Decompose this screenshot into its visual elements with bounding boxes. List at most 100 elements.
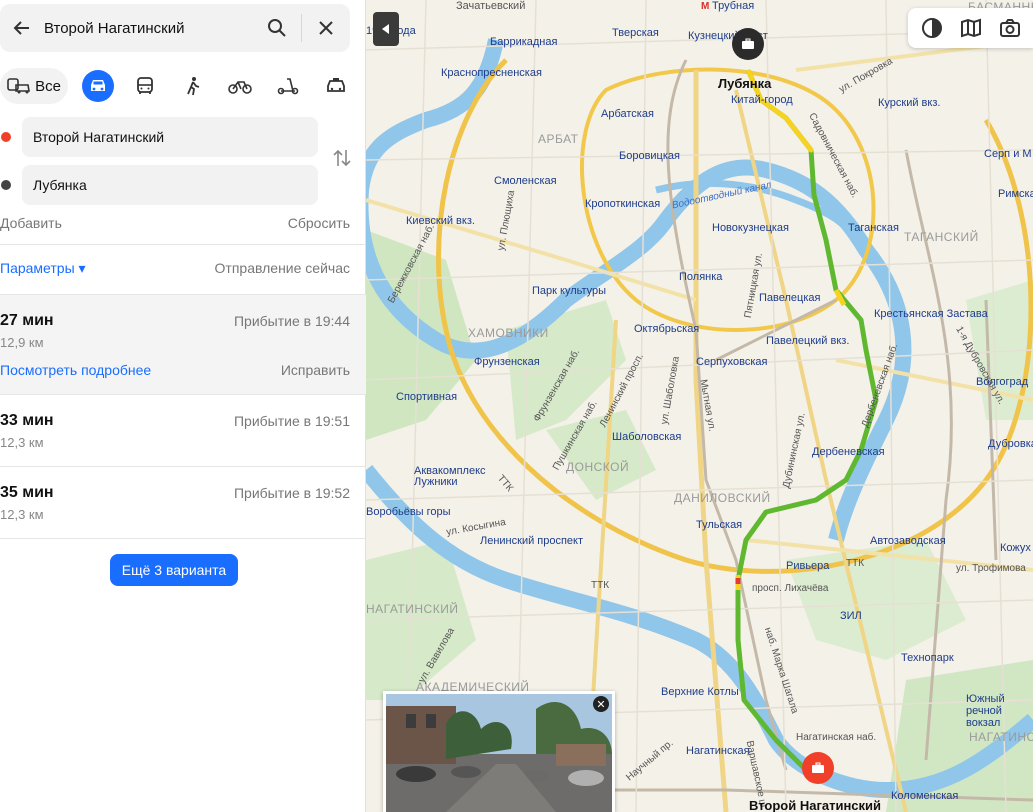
station-label: Шаболовская bbox=[612, 431, 682, 443]
station-label: Ривьера bbox=[786, 560, 830, 572]
mode-taxi-button[interactable] bbox=[320, 68, 352, 104]
close-icon[interactable] bbox=[302, 4, 350, 52]
multimodal-icon bbox=[7, 78, 31, 94]
route-point-from: Второй Нагатинский bbox=[0, 117, 366, 157]
station-label: Южный речной вокзал bbox=[966, 693, 1005, 729]
station-label: Смоленская bbox=[494, 175, 557, 187]
panorama-preview[interactable]: ✕ bbox=[383, 691, 615, 812]
scooter-icon bbox=[277, 78, 299, 95]
end-dot bbox=[1, 180, 11, 190]
mode-all-button[interactable]: Все bbox=[0, 68, 68, 104]
station-label: Дербеневская bbox=[812, 446, 885, 458]
station-label: Дубровка bbox=[988, 438, 1033, 450]
district-label: НАГАТИНСКИЙ bbox=[366, 602, 459, 616]
route-panel: Второй Нагатинский Все Второй Нагатински… bbox=[0, 0, 366, 812]
route-option-2[interactable]: 33 мин 12,3 км Прибытие в 19:51 bbox=[0, 395, 366, 466]
station-label: Киевский вкз. bbox=[406, 215, 475, 227]
station-label: Павелецкий вкз. bbox=[766, 335, 850, 347]
route-arrival: Прибытие в 19:51 bbox=[233, 413, 350, 429]
station-label: Аквакомплекс Лужники bbox=[414, 465, 486, 488]
station-label: ЗИЛ bbox=[840, 610, 862, 622]
route-details-link[interactable]: Посмотреть подробнее bbox=[0, 362, 151, 378]
route-time: 33 мин bbox=[0, 412, 54, 429]
bus-icon bbox=[137, 77, 153, 94]
params-dropdown[interactable]: Параметры ▾ bbox=[0, 260, 86, 277]
station-label: Новокузнецкая bbox=[712, 222, 789, 234]
station-label: Спортивная bbox=[396, 391, 458, 403]
route-arrival: Прибытие в 19:52 bbox=[233, 485, 350, 501]
station-label: Арбатская bbox=[601, 108, 654, 120]
station-label: Таганская bbox=[848, 222, 899, 234]
station-label: Нагатинская bbox=[686, 745, 750, 757]
district-label: АРБАТ bbox=[538, 132, 579, 146]
layers-icon[interactable] bbox=[917, 13, 947, 43]
search-box[interactable]: Второй Нагатинский bbox=[0, 4, 350, 52]
swap-icon[interactable] bbox=[330, 146, 354, 170]
street-label: Нагатинская наб. bbox=[796, 732, 877, 743]
start-dot bbox=[1, 132, 11, 142]
search-icon[interactable] bbox=[253, 4, 301, 52]
from-field[interactable]: Второй Нагатинский bbox=[22, 117, 318, 157]
briefcase-icon bbox=[742, 38, 754, 49]
back-icon[interactable] bbox=[0, 4, 44, 52]
mode-scooter-button[interactable] bbox=[272, 68, 304, 104]
station-label: Китай-город bbox=[731, 94, 793, 106]
destination-label: Лубянка bbox=[718, 76, 772, 91]
map-layer-controls bbox=[908, 8, 1033, 48]
mode-walk-button[interactable] bbox=[178, 68, 208, 104]
district-label: ТАГАНСКИЙ bbox=[904, 230, 979, 244]
station-label: Тверская bbox=[612, 27, 659, 39]
bicycle-icon bbox=[228, 81, 252, 94]
district-label: ДОНСКОЙ bbox=[566, 460, 630, 474]
district-label: ХАМОВНИКИ bbox=[468, 326, 549, 340]
district-label: ДАНИЛОВСКИЙ bbox=[674, 491, 771, 505]
station-label: Серп и М bbox=[984, 148, 1032, 160]
station-label: Боровицкая bbox=[619, 150, 680, 162]
road-label: ТТК bbox=[846, 558, 865, 569]
more-variants-button[interactable]: Ещё 3 варианта bbox=[110, 554, 238, 586]
transport-modes: Все bbox=[0, 68, 366, 108]
mode-all-label: Все bbox=[35, 77, 61, 95]
route-time: 35 мин bbox=[0, 484, 54, 501]
station-label: Кропоткинская bbox=[585, 198, 661, 210]
district-label: НАГАТИНСКИЙ ЗАТОН bbox=[969, 730, 1033, 744]
panorama-icon[interactable] bbox=[995, 13, 1025, 43]
departure-selector[interactable]: Отправление сейчас bbox=[215, 260, 350, 276]
route-distance: 12,3 км bbox=[0, 507, 44, 522]
collapse-panel-button[interactable] bbox=[373, 12, 399, 46]
add-point-link[interactable]: Добавить bbox=[0, 215, 62, 231]
station-label: Фрунзенская bbox=[474, 356, 540, 368]
route-distance: 12,3 км bbox=[0, 435, 44, 450]
station-label: Верхние Котлы bbox=[661, 686, 739, 698]
street-label: ул. Трофимова bbox=[956, 563, 1026, 574]
close-panorama-button[interactable]: ✕ bbox=[593, 696, 609, 712]
mode-bike-button[interactable] bbox=[224, 68, 256, 104]
pedestrian-icon bbox=[187, 77, 200, 96]
station-label: Серпуховская bbox=[696, 356, 768, 368]
mode-bus-button[interactable] bbox=[130, 68, 160, 104]
route-fix-link[interactable]: Исправить bbox=[281, 362, 350, 378]
map-type-icon[interactable] bbox=[956, 13, 986, 43]
station-label: М Трубная bbox=[701, 0, 755, 12]
station-label: Римская bbox=[998, 188, 1033, 200]
mode-car-button[interactable] bbox=[82, 70, 114, 102]
route-time: 27 мин bbox=[0, 312, 54, 329]
route-option-1[interactable]: 27 мин 12,9 км Прибытие в 19:44 Посмотре… bbox=[0, 295, 366, 394]
taxi-icon bbox=[327, 78, 345, 92]
street-view-image[interactable] bbox=[386, 694, 612, 812]
station-label: Октябрьская bbox=[634, 323, 700, 335]
station-label: Кожух bbox=[1000, 542, 1031, 554]
destination-pin[interactable] bbox=[732, 28, 764, 60]
search-query[interactable]: Второй Нагатинский bbox=[44, 20, 253, 37]
origin-label: Второй Нагатинский bbox=[749, 798, 882, 812]
route-option-3[interactable]: 35 мин 12,3 км Прибытие в 19:52 bbox=[0, 467, 366, 538]
reset-link[interactable]: Сбросить bbox=[288, 215, 350, 231]
divider bbox=[0, 244, 366, 245]
station-label: Крестьянская Застава bbox=[874, 308, 988, 320]
road-label: ТТК bbox=[591, 580, 610, 591]
route-distance: 12,9 км bbox=[0, 335, 44, 350]
to-field[interactable]: Лубянка bbox=[22, 165, 318, 205]
origin-pin[interactable] bbox=[802, 752, 834, 784]
station-label: Ленинский проспект bbox=[480, 535, 584, 547]
route-arrival: Прибытие в 19:44 bbox=[233, 313, 350, 329]
